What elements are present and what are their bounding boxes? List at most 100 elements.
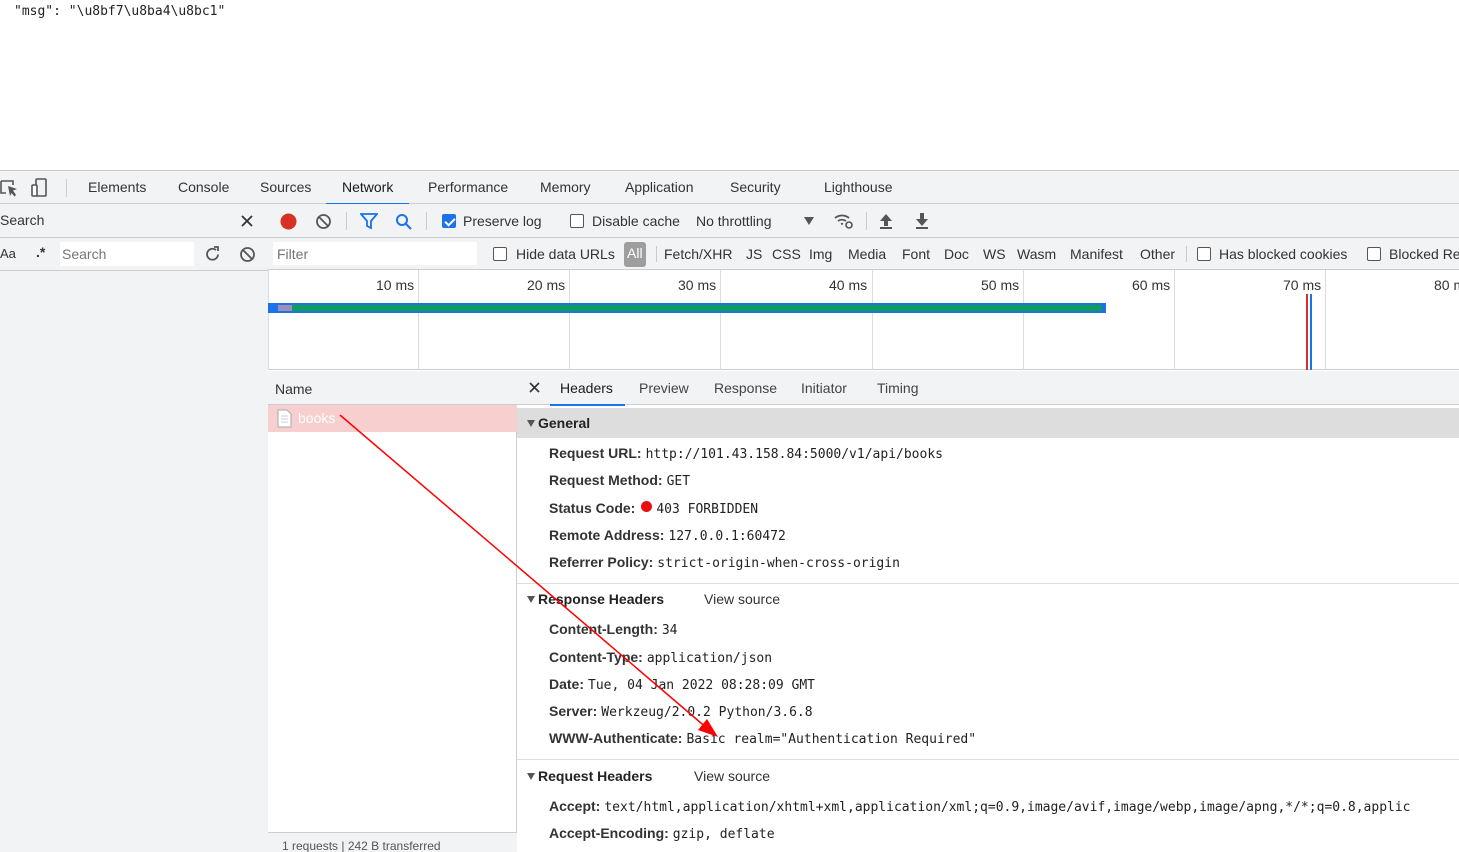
tab-performance[interactable]: Performance <box>426 171 510 204</box>
tab-application[interactable]: Application <box>623 171 696 204</box>
header-key: Request URL: <box>549 445 642 461</box>
has-blocked-cookies-label: Has blocked cookies <box>1219 246 1348 262</box>
tab-lighthouse[interactable]: Lighthouse <box>822 171 895 204</box>
chevron-down-icon[interactable] <box>804 217 814 225</box>
search-drawer-header: Search <box>0 204 268 238</box>
view-source-link[interactable]: View source <box>694 761 770 791</box>
record-icon[interactable] <box>279 212 298 231</box>
type-filter-ws[interactable]: WS <box>983 246 1006 262</box>
page-body: "msg": "\u8bf7\u8ba4\u8bc1" <box>0 0 1459 170</box>
export-har-icon[interactable] <box>914 212 930 230</box>
tab-console[interactable]: Console <box>176 171 231 204</box>
type-filter-js[interactable]: JS <box>746 246 762 262</box>
preserve-log-checkbox[interactable] <box>442 214 456 228</box>
tab-initiator[interactable]: Initiator <box>801 371 847 405</box>
header-key: Status Code: <box>549 500 636 516</box>
match-case-toggle[interactable]: Aa <box>0 246 16 261</box>
timeline-tick: 10 ms <box>376 277 415 293</box>
header-value: GET <box>666 474 691 489</box>
header-key: Request Method: <box>549 472 663 488</box>
header-value: text/html,application/xhtml+xml,applicat… <box>604 800 1411 815</box>
content-length-row: Content-Length: 34 <box>549 621 678 638</box>
section-title: Response Headers <box>538 591 665 607</box>
type-filter-other[interactable]: Other <box>1140 246 1175 262</box>
disable-cache-label: Disable cache <box>592 213 680 229</box>
tab-headers[interactable]: Headers <box>550 371 625 406</box>
has-blocked-cookies-checkbox[interactable] <box>1197 247 1211 261</box>
remote-address-row: Remote Address: 127.0.0.1:60472 <box>549 527 786 544</box>
type-filter-wasm[interactable]: Wasm <box>1017 246 1056 262</box>
header-key: Referrer Policy: <box>549 554 654 570</box>
tab-security[interactable]: Security <box>728 171 783 204</box>
request-details: Headers Preview Response Initiator Timin… <box>517 371 1459 852</box>
search-icon[interactable] <box>395 213 412 230</box>
tab-network[interactable]: Network <box>325 171 410 205</box>
header-key: Content-Type: <box>549 649 643 665</box>
table-row[interactable]: books <box>268 405 517 432</box>
timeline-tick: 20 ms <box>527 277 566 293</box>
clear-search-icon[interactable] <box>239 246 256 263</box>
filter-input[interactable] <box>273 242 477 265</box>
view-source-link[interactable]: View source <box>704 584 780 614</box>
waterfall-bar-queue <box>278 305 292 311</box>
dom-content-loaded-line <box>1310 294 1312 370</box>
hide-data-urls-checkbox[interactable] <box>493 247 507 261</box>
header-value: 403 FORBIDDEN <box>656 502 759 517</box>
header-key: Date: <box>549 676 585 692</box>
section-request-headers[interactable]: Request Headers View source <box>517 761 1459 791</box>
tab-response[interactable]: Response <box>714 371 777 405</box>
throttling-select[interactable]: No throttling <box>696 213 771 229</box>
blocked-requests-checkbox[interactable] <box>1367 247 1381 261</box>
devtools-panel: Elements Console Sources Network Perform… <box>0 170 1459 852</box>
type-filter-all[interactable]: All <box>624 242 646 267</box>
name-column-header[interactable]: Name <box>268 371 517 405</box>
status-code-row: Status Code: 403 FORBIDDEN <box>549 500 758 517</box>
triangle-down-icon <box>527 773 535 780</box>
clear-icon[interactable] <box>315 213 332 230</box>
blocked-requests-label: Blocked Re <box>1389 246 1459 262</box>
request-list: Name books 1 requests | 242 B transferre… <box>268 371 517 852</box>
regex-toggle[interactable]: .* <box>36 244 45 260</box>
network-overview[interactable]: 10 ms 20 ms 30 ms 40 ms 50 ms 60 ms 70 m… <box>268 270 1459 370</box>
device-toolbar-icon[interactable] <box>30 178 50 198</box>
search-input[interactable] <box>60 242 194 266</box>
type-filter-manifest[interactable]: Manifest <box>1070 246 1123 262</box>
content-type-row: Content-Type: application/json <box>549 649 772 666</box>
inspect-element-icon[interactable] <box>0 178 20 198</box>
type-filter-media[interactable]: Media <box>848 246 886 262</box>
tab-memory[interactable]: Memory <box>538 171 593 204</box>
header-value: Werkzeug/2.0.2 Python/3.6.8 <box>601 705 813 720</box>
tab-timing[interactable]: Timing <box>877 371 919 405</box>
accept-row: Accept: text/html,application/xhtml+xml,a… <box>549 798 1411 815</box>
header-value: http://101.43.158.84:5000/v1/api/books <box>645 447 943 462</box>
import-har-icon[interactable] <box>878 212 894 230</box>
type-filter-img[interactable]: Img <box>809 246 832 262</box>
timeline-tick: 70 ms <box>1283 277 1322 293</box>
network-conditions-icon[interactable] <box>833 212 853 230</box>
disable-cache-checkbox[interactable] <box>570 214 584 228</box>
type-filter-fetch-xhr[interactable]: Fetch/XHR <box>664 246 732 262</box>
section-title: General <box>538 415 591 431</box>
json-msg-line: "msg": "\u8bf7\u8ba4\u8bc1" <box>14 4 226 19</box>
type-filter-doc[interactable]: Doc <box>944 246 969 262</box>
header-key: Remote Address: <box>549 527 665 543</box>
type-filter-font[interactable]: Font <box>902 246 930 262</box>
section-response-headers[interactable]: Response Headers View source <box>517 584 1459 614</box>
refresh-icon[interactable] <box>204 246 221 263</box>
network-toolbar: Preserve log Disable cache No throttling <box>268 204 1459 238</box>
www-authenticate-row: WWW-Authenticate: Basic realm="Authentica… <box>549 730 976 747</box>
tab-preview[interactable]: Preview <box>639 371 689 405</box>
tab-sources[interactable]: Sources <box>258 171 313 204</box>
close-icon[interactable] <box>240 214 254 228</box>
filter-icon[interactable] <box>360 213 378 230</box>
timeline-tick: 40 ms <box>829 277 868 293</box>
close-icon[interactable] <box>529 382 540 393</box>
load-event-line <box>1306 294 1308 370</box>
date-row: Date: Tue, 04 Jan 2022 08:28:09 GMT <box>549 676 815 693</box>
section-general[interactable]: General <box>517 408 1459 438</box>
tab-elements[interactable]: Elements <box>86 171 148 204</box>
status-dot-icon <box>641 501 653 512</box>
timeline-tick: 80 ms <box>1434 277 1459 293</box>
type-filter-css[interactable]: CSS <box>772 246 801 262</box>
timeline-tick: 30 ms <box>678 277 717 293</box>
